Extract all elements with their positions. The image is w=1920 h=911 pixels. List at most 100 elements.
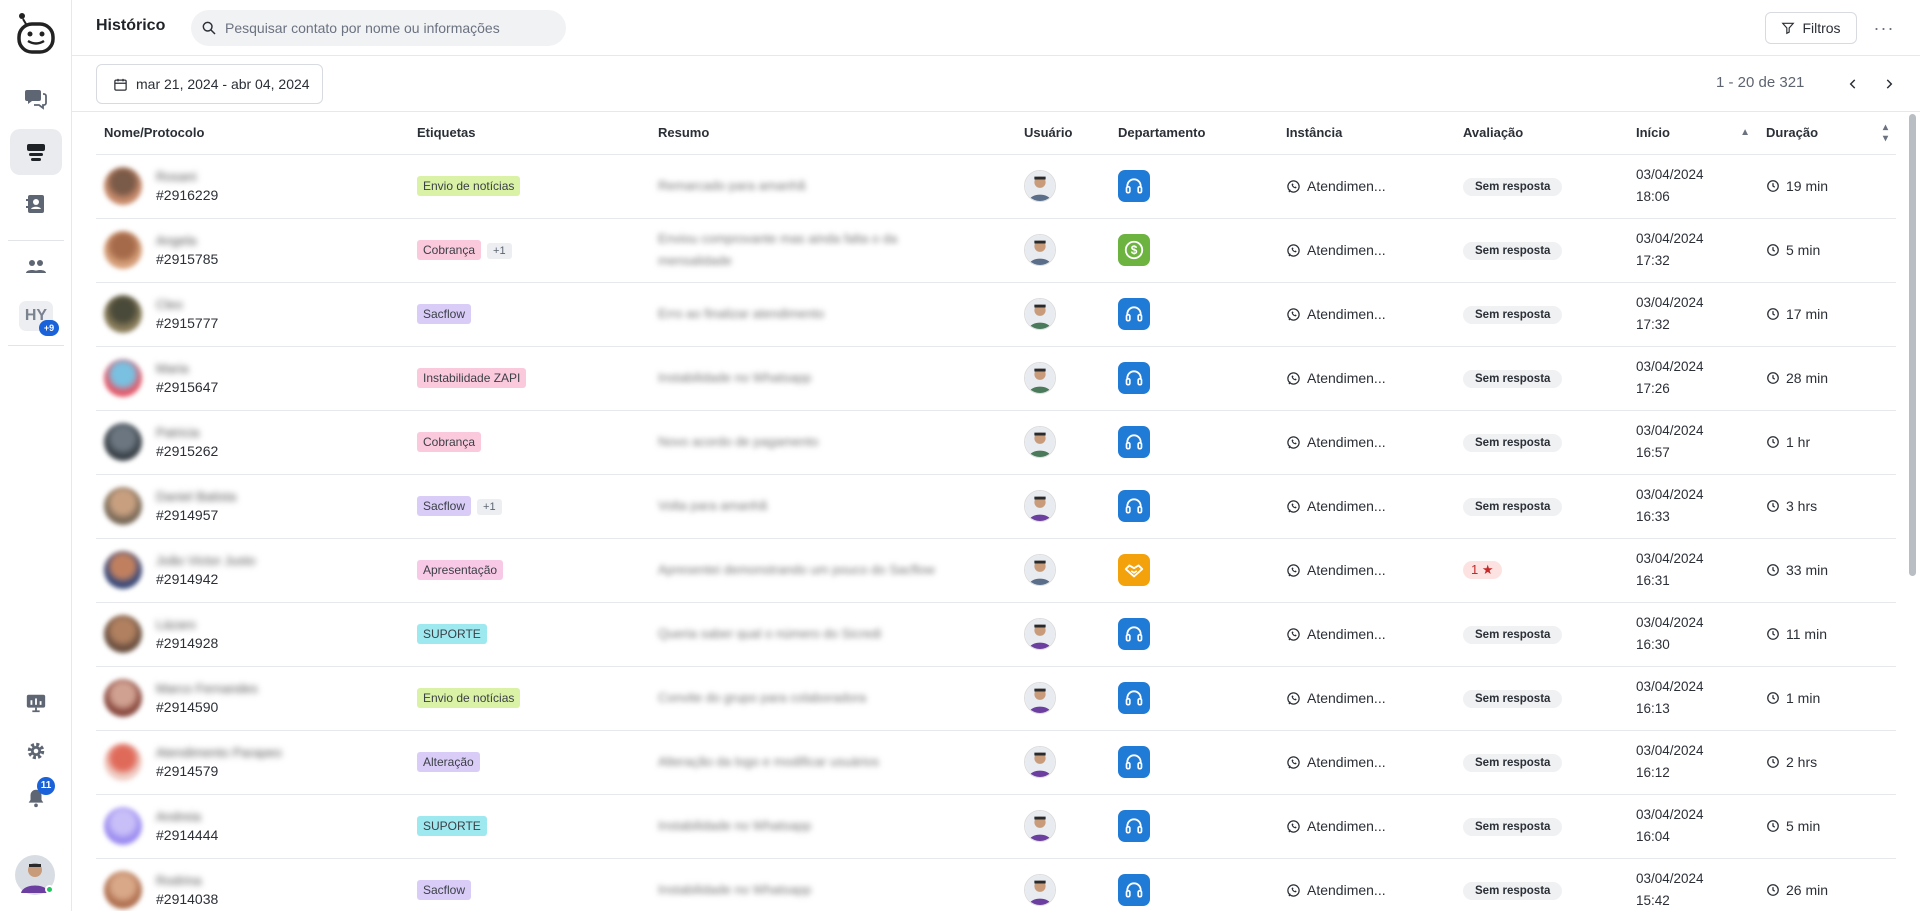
tag-badge[interactable]: Instabilidade ZAPI <box>417 368 527 388</box>
contact-info[interactable]: Atendimento Parapeo #2914579 <box>104 743 401 781</box>
protocol-number: #2914590 <box>156 699 219 715</box>
date-range-picker[interactable]: mar 21, 2024 - abr 04, 2024 <box>96 64 323 104</box>
cell-summary: Erro ao finalizar atendimento <box>650 282 1016 347</box>
tag-badge[interactable]: Sacflow <box>417 304 472 324</box>
duration-value: 1 hr <box>1786 434 1811 450</box>
table-row[interactable]: Lázaro #2914928 SUPORTE Queria saber qua… <box>96 602 1896 667</box>
cell-department <box>1110 282 1278 347</box>
column-header-tags[interactable]: Etiquetas <box>409 112 650 155</box>
tag-badge[interactable]: Envio de notícias <box>417 688 521 708</box>
table-row[interactable]: Marco Fernandes #2914590 Envio de notíci… <box>96 666 1896 731</box>
agent-avatar <box>1024 490 1056 522</box>
headset-icon <box>1124 816 1144 836</box>
tag-badge[interactable]: Envio de notícias <box>417 176 521 196</box>
tag-badge[interactable]: SUPORTE <box>417 816 487 836</box>
clock-icon <box>1767 308 1779 320</box>
contact-info[interactable]: Maria #2915647 <box>104 359 401 397</box>
rating-badge: Sem resposta <box>1463 241 1563 260</box>
tag-badge[interactable]: Cobrança <box>417 240 482 260</box>
contact-info[interactable]: Marco Fernandes #2914590 <box>104 679 401 717</box>
nav-settings[interactable] <box>10 728 62 774</box>
start-time: 17:26 <box>1636 381 1670 396</box>
filters-button[interactable]: Filtros <box>1765 12 1857 44</box>
headset-icon <box>1124 880 1144 900</box>
nav-history[interactable] <box>10 129 62 175</box>
table-row[interactable]: Maria #2915647 Instabilidade ZAPI Instab… <box>96 346 1896 411</box>
table-row[interactable]: Rosani #2916229 Envio de notícias Remarc… <box>96 154 1896 219</box>
tag-badge[interactable]: SUPORTE <box>417 624 487 644</box>
department-badge <box>1118 746 1150 778</box>
nav-notifications[interactable]: 11 <box>10 775 62 821</box>
contact-name: Maria <box>156 361 189 376</box>
nav-chats[interactable] <box>10 75 62 121</box>
more-options-button[interactable]: ··· <box>1870 14 1898 42</box>
table-row[interactable]: Cleo #2915777 Sacflow Erro ao finalizar … <box>96 282 1896 347</box>
contact-info[interactable]: João Victor Justo #2914942 <box>104 551 401 589</box>
contact-info[interactable]: Cleo #2915777 <box>104 295 401 333</box>
whatsapp-icon <box>1287 371 1300 385</box>
table-row[interactable]: Daniel Batista #2914957 Sacflow +1 Volta … <box>96 474 1896 539</box>
workspace-count-badge: +9 <box>39 320 59 336</box>
cell-instance: Atendimen... <box>1278 282 1455 347</box>
table-row[interactable]: João Victor Justo #2914942 Apresentação … <box>96 538 1896 603</box>
department-badge <box>1118 170 1150 202</box>
search-box[interactable] <box>191 10 566 46</box>
contact-info[interactable]: Rosani #2916229 <box>104 167 401 205</box>
table-scrollbar[interactable] <box>1909 114 1916 576</box>
tag-badge[interactable]: Alteração <box>417 752 480 772</box>
cell-contact: Rodrina #2914038 <box>96 858 409 911</box>
column-header-summary[interactable]: Resumo <box>650 112 1016 155</box>
sort-toggle-icon[interactable]: ▴ ▾ <box>1883 122 1888 144</box>
nav-workspaces[interactable]: HY +9 <box>10 293 62 339</box>
cell-instance: Atendimen... <box>1278 602 1455 667</box>
table-row[interactable]: Angela #2915785 Cobrança +1 Enviou compro… <box>96 218 1896 283</box>
contact-info[interactable]: Lázaro #2914928 <box>104 615 401 653</box>
cell-contact: Andreia #2914444 <box>96 794 409 859</box>
contact-info[interactable]: Daniel Batista #2914957 <box>104 487 401 525</box>
current-user-avatar[interactable] <box>15 855 55 895</box>
contact-info[interactable]: Andreia #2914444 <box>104 807 401 845</box>
nav-reports[interactable] <box>10 680 62 726</box>
clock-icon <box>1767 436 1779 448</box>
cell-tags: Instabilidade ZAPI <box>409 346 650 411</box>
tag-badge[interactable]: Sacflow <box>417 880 472 900</box>
tag-badge[interactable]: Cobrança <box>417 432 482 452</box>
cell-summary: Enviou comprovante mas ainda falta o da … <box>650 218 1016 283</box>
extra-tags-count[interactable]: +1 <box>477 499 502 515</box>
cell-department <box>1110 858 1278 911</box>
cell-duration: 11 min <box>1758 602 1896 667</box>
sort-ascending-icon[interactable]: ▲ <box>1740 127 1750 138</box>
table-row[interactable]: Rodrina #2914038 Sacflow Instabilidade n… <box>96 858 1896 911</box>
cell-start: 03/04/2024 16:30 <box>1628 602 1758 667</box>
column-header-user[interactable]: Usuário <box>1016 112 1110 155</box>
previous-page-button[interactable] <box>1839 70 1867 98</box>
table-row[interactable]: Atendimento Parapeo #2914579 Alteração A… <box>96 730 1896 795</box>
tag-badge[interactable]: Apresentação <box>417 560 504 580</box>
cell-rating: Sem resposta <box>1455 858 1628 911</box>
column-header-rating[interactable]: Avaliação <box>1455 112 1628 155</box>
cell-department <box>1110 410 1278 475</box>
next-page-button[interactable] <box>1875 70 1903 98</box>
nav-teams[interactable] <box>10 243 62 289</box>
contact-info[interactable]: Angela #2915785 <box>104 231 401 269</box>
protocol-number: #2914942 <box>156 571 219 587</box>
nav-contacts[interactable] <box>10 181 62 227</box>
protocol-number: #2914038 <box>156 891 219 907</box>
search-input[interactable] <box>225 20 545 36</box>
app-logo[interactable] <box>16 12 56 56</box>
table-row[interactable]: Patricia #2915262 Cobrança Novo acordo d… <box>96 410 1896 475</box>
table-row[interactable]: Andreia #2914444 SUPORTE Instabilidade n… <box>96 794 1896 859</box>
column-header-department[interactable]: Departamento <box>1110 112 1278 155</box>
contact-info[interactable]: Patricia #2915262 <box>104 423 401 461</box>
cell-contact: Cleo #2915777 <box>96 282 409 347</box>
column-header-start[interactable]: Início ▲ <box>1628 112 1758 155</box>
start-time: 15:42 <box>1636 893 1670 908</box>
extra-tags-count[interactable]: +1 <box>487 243 512 259</box>
column-header-instance[interactable]: Instância <box>1278 112 1455 155</box>
duration-value: 17 min <box>1786 306 1829 322</box>
column-header-name[interactable]: Nome/Protocolo <box>96 112 409 155</box>
column-header-duration[interactable]: Duração ▴ ▾ <box>1758 112 1896 155</box>
contact-info[interactable]: Rodrina #2914038 <box>104 871 401 909</box>
cell-duration: 19 min <box>1758 154 1896 219</box>
tag-badge[interactable]: Sacflow <box>417 496 472 516</box>
